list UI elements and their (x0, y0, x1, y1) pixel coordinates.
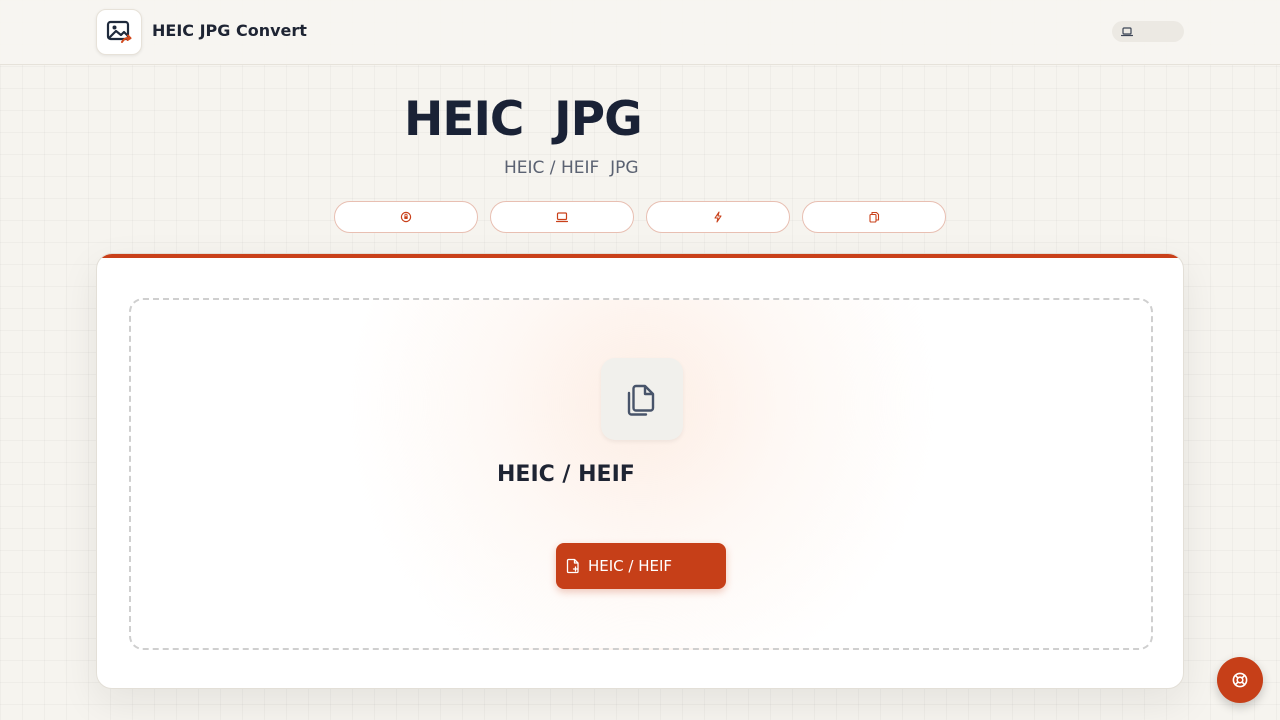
page-subtitle: HEIC / HEIF JPG (504, 158, 639, 178)
lifebuoy-icon (1231, 671, 1249, 689)
select-files-button[interactable]: HEIC / HEIF (556, 543, 726, 589)
copy-icon (868, 211, 880, 223)
file-add-icon (566, 558, 580, 574)
language-toggle[interactable] (1112, 21, 1184, 42)
feature-pill-local (490, 201, 634, 233)
feature-pill-batch (802, 201, 946, 233)
feature-pill-fast (646, 201, 790, 233)
laptop-icon (1121, 26, 1133, 37)
shield-icon (400, 211, 412, 223)
page-title: HEIC JPG (404, 92, 643, 147)
feature-pill-privacy (334, 201, 478, 233)
card-accent-bar (97, 254, 1183, 258)
dropzone-heading: HEIC / HEIF (497, 462, 635, 487)
laptop-icon (556, 211, 568, 223)
image-convert-icon (106, 19, 132, 45)
select-files-label: HEIC / HEIF (588, 557, 673, 575)
help-button[interactable] (1217, 657, 1263, 703)
dropzone-icon-box (601, 358, 683, 440)
app-logo[interactable] (96, 9, 142, 55)
file-dropzone[interactable]: HEIC / HEIF HEIC / HEIF (129, 298, 1153, 650)
converter-card: HEIC / HEIF HEIC / HEIF (96, 253, 1184, 689)
top-header: HEIC JPG Convert (0, 0, 1280, 65)
copy-files-icon (623, 380, 661, 418)
lightning-icon (712, 211, 724, 223)
app-title: HEIC JPG Convert (152, 21, 307, 40)
